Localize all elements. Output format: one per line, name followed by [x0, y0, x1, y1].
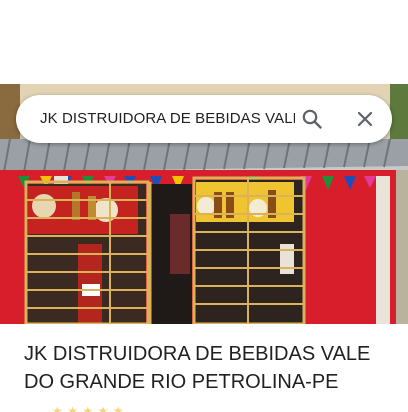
- close-button[interactable]: [353, 107, 377, 131]
- star-icon: ★: [67, 404, 78, 412]
- search-query-text[interactable]: JK DISTRUIDORA DE BEBIDAS VALE: [40, 110, 295, 127]
- star-icon: ★: [52, 404, 63, 412]
- star-icon: ★: [112, 404, 124, 412]
- star-icon: ★: [97, 404, 109, 412]
- search-icon: [302, 109, 322, 129]
- place-title: JK DISTRUIDORA DE BEBIDAS VALE DO GRANDE…: [24, 343, 371, 393]
- star-icon: ★: [82, 404, 94, 412]
- search-bar[interactable]: JK DISTRUIDORA DE BEBIDAS VALE: [16, 95, 392, 143]
- close-icon: [357, 111, 373, 127]
- search-button[interactable]: [300, 107, 324, 131]
- rating-stars: ★ ★ ★ ★ ★: [52, 402, 124, 412]
